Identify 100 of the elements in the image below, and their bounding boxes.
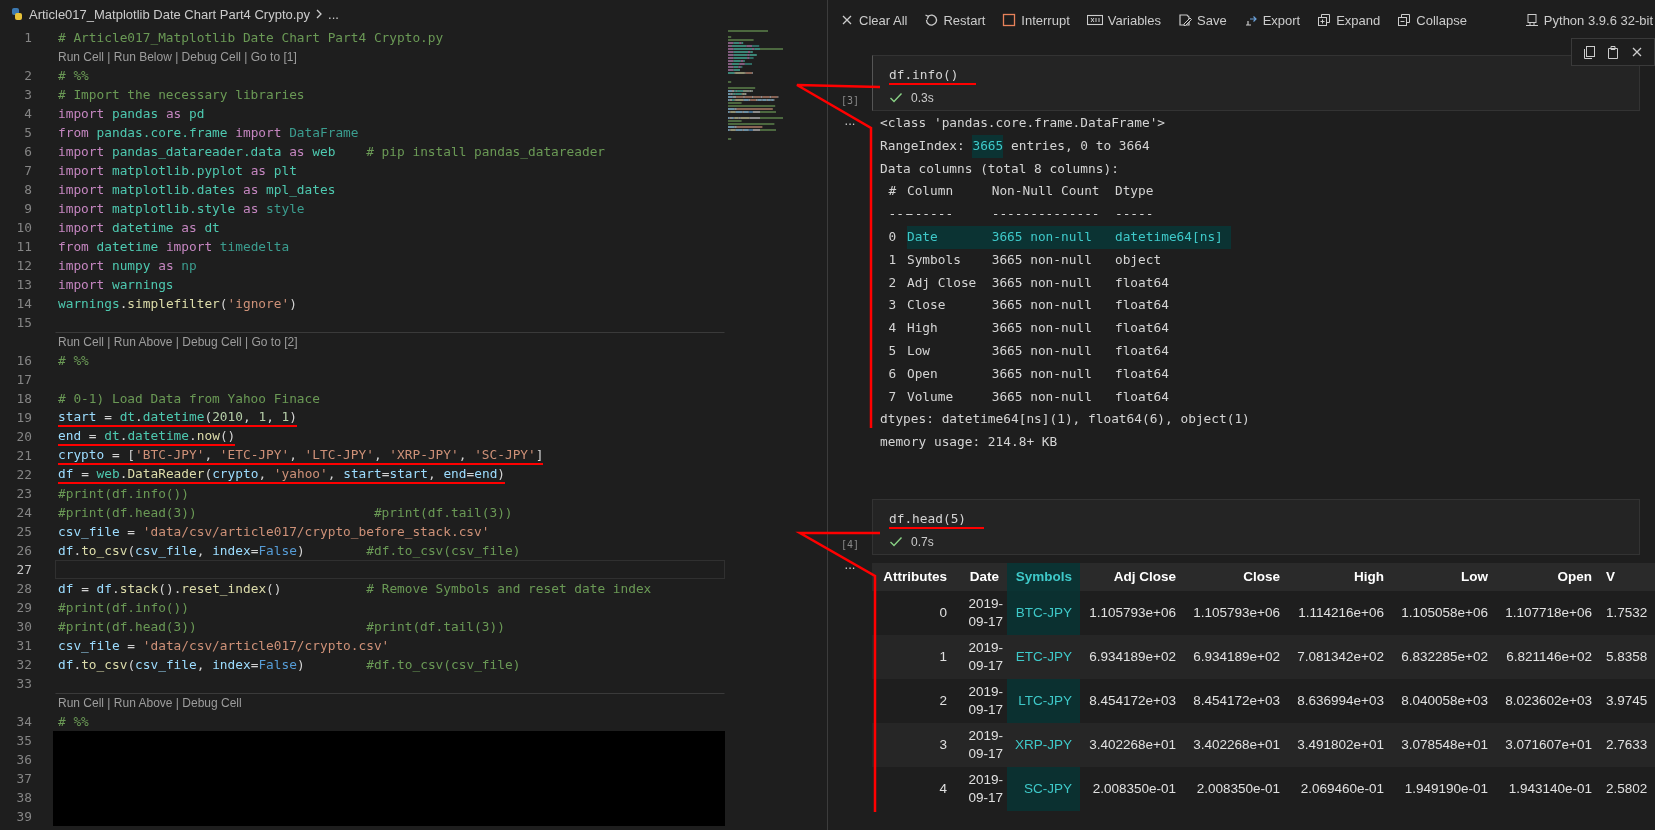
variables-button[interactable]: Variables (1086, 12, 1161, 28)
code-line: import numpy as np (58, 257, 197, 274)
line-number: 19 (15, 409, 32, 427)
collapse-button[interactable]: Collapse (1397, 12, 1467, 28)
copy-icon[interactable] (1582, 44, 1596, 60)
breadcrumb-file[interactable]: Article017_Matplotlib Date Chart Part4 Crypto.py (29, 6, 311, 22)
run-duration: 0.3s (911, 91, 934, 105)
row-index: 2 (872, 678, 955, 723)
column-name: High (906, 319, 939, 338)
table-cell: 1.114216e+06 (1288, 590, 1392, 635)
code-line: from pandas.core.frame import DataFrame (58, 124, 359, 141)
code-line: warnings.simplefilter('ignore') (58, 295, 297, 312)
dtype-text: float64 (1114, 387, 1170, 406)
code-line: from datetime import timedelta (58, 238, 290, 255)
non-null-count: 3665 non-null (991, 273, 1093, 292)
table-cell: SC-JPY (1007, 766, 1080, 811)
column-header: Open (1496, 562, 1600, 591)
line-number: 17 (15, 371, 32, 389)
non-null-count: 3665 non-null (991, 319, 1093, 338)
column-header: High (1288, 562, 1392, 591)
square-button[interactable]: Interrupt (1002, 12, 1070, 28)
line-number: 38 (15, 789, 32, 807)
non-null-count: 3665 non-null (991, 341, 1093, 360)
line-number: 29 (15, 599, 32, 617)
restart-button[interactable]: Restart (924, 12, 986, 28)
line-number: 39 (15, 808, 32, 826)
table-cell: 6.821146e+02 (1496, 634, 1600, 679)
row-index: 0 (887, 228, 898, 246)
kernel-picker[interactable]: Python 3.9.6 32-bit (1524, 12, 1655, 28)
codelens-links[interactable]: Run Cell | Run Below | Debug Cell | Go to [1] (58, 49, 297, 64)
line-number: 22 (15, 466, 32, 484)
line-number: 23 (15, 485, 32, 503)
table-cell: 3.071607e+01 (1496, 722, 1600, 767)
codelens-links[interactable]: Run Cell | Run Above | Debug Cell | Go to [2] (58, 334, 298, 349)
line-number: 3 (23, 86, 32, 104)
highlighted-text: 3665 (972, 134, 1004, 158)
close-button[interactable]: Clear All (840, 12, 908, 28)
codelens-links[interactable]: Run Cell | Run Above | Debug Cell (58, 695, 242, 710)
line-number: 21 (15, 447, 32, 465)
column-name: Close (906, 296, 947, 315)
collapse-icon (1397, 13, 1412, 27)
table-cell: 6.934189e+02 (1184, 634, 1288, 679)
line-number: 15 (15, 314, 32, 332)
save-button[interactable]: Save (1178, 12, 1227, 28)
expand-button[interactable]: Expand (1317, 12, 1381, 28)
code-line: df.to_csv(csv_file, index=False) #df.to_csv(csv_file) (58, 542, 521, 559)
python-file-icon (10, 7, 24, 21)
line-number: 5 (23, 124, 32, 142)
line-number: 7 (23, 162, 32, 180)
non-null-count: 3665 non-null (991, 364, 1093, 383)
row-index: 1 (887, 250, 898, 269)
cell-input[interactable]: df.head(5) 0.7s (872, 498, 1640, 555)
column-name: Open (906, 364, 939, 383)
row-index: 3 (887, 296, 898, 315)
breadcrumb-more[interactable]: ... (328, 6, 339, 22)
line-number: 8 (23, 181, 32, 199)
execution-count: [3] (840, 95, 860, 108)
export-button[interactable]: Export (1243, 12, 1301, 28)
dtype-text: float64 (1114, 296, 1170, 315)
row-index: 2 (887, 273, 898, 292)
line-number: 12 (15, 257, 32, 275)
table-cell: 1.949190e-01 (1392, 766, 1496, 811)
code-line: #print(df.info()) (58, 599, 189, 616)
column-header: Symbols (1007, 562, 1080, 591)
code-line: import warnings (58, 276, 174, 293)
paste-icon[interactable] (1606, 44, 1620, 60)
computer-icon (1524, 13, 1539, 27)
column-header: Close (1184, 562, 1288, 591)
table-cell: 1.105793e+06 (1184, 590, 1288, 635)
table-cell: 5.8358 (1600, 634, 1655, 679)
expand-icon (1317, 13, 1332, 27)
dtype-text: float64 (1114, 319, 1170, 338)
code-line: csv_file = 'data/csv/article017/crypto_before_stack.csv' (58, 523, 490, 540)
table-cell: 8.040058e+03 (1392, 678, 1496, 723)
row-index: 7 (887, 387, 898, 406)
dtype-text: float64 (1114, 341, 1170, 360)
export-icon (1243, 13, 1258, 27)
line-number: 14 (15, 295, 32, 313)
table-cell: 2.5802 (1600, 766, 1655, 811)
output-menu[interactable]: ... (844, 558, 856, 571)
code-line: csv_file = 'data/csv/article017/crypto.csv' (58, 637, 390, 654)
save-icon (1178, 13, 1192, 27)
non-null-count: 3665 non-null (991, 296, 1093, 315)
table-cell: 2019-09-17 (955, 722, 1007, 767)
table-cell: 3.402268e+01 (1080, 722, 1184, 767)
code-line: # %% (58, 352, 89, 369)
table-cell: 1.105058e+06 (1392, 590, 1496, 635)
code-line: # Import the necessary libraries (58, 86, 305, 103)
cell-input[interactable]: df.info() 0.3s (872, 55, 1640, 111)
table-cell: 1.107718e+06 (1496, 590, 1600, 635)
code-line: start = dt.datetime(2010, 1, 1) (58, 408, 297, 427)
table-cell: 8.454172e+03 (1080, 678, 1184, 723)
code-line: import pandas as pd (58, 105, 205, 122)
output-text: RangeIndex: (880, 136, 966, 155)
code-line: crypto = ['BTC-JPY', 'ETC-JPY', 'LTC-JPY', 'XRP-JPY', 'SC-JPY'] (58, 446, 544, 465)
line-number: 18 (15, 390, 32, 408)
table-cell: 2019-09-17 (955, 766, 1007, 811)
table-cell: 1.7532 (1600, 590, 1655, 635)
row-index: 3 (872, 722, 955, 767)
output-menu[interactable]: ... (844, 115, 856, 127)
